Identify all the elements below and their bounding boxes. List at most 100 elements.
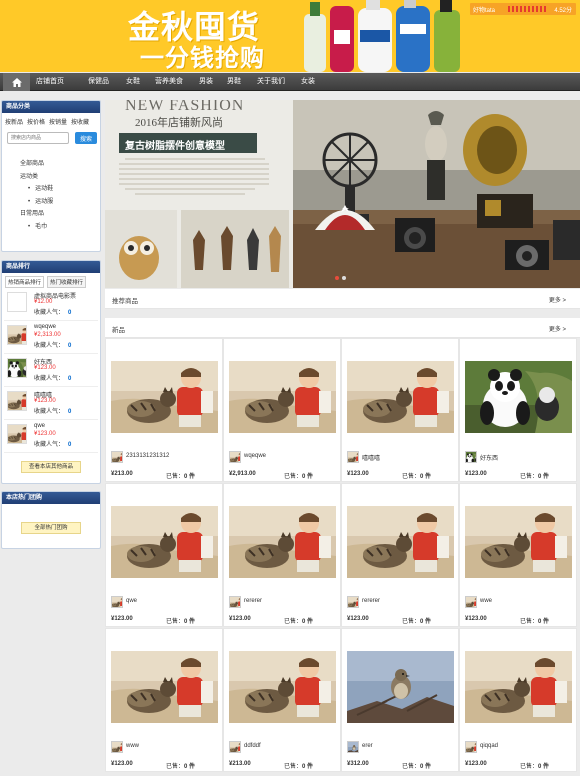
category-item[interactable]: 全部商品 <box>20 158 100 171</box>
sold-label: 已售： <box>166 619 185 625</box>
slider-dot[interactable] <box>335 276 339 280</box>
sort-by-sales[interactable]: 按销量 <box>49 117 67 126</box>
shop-name[interactable]: 好物tata <box>473 5 495 14</box>
product-name[interactable]: wwe <box>480 598 492 604</box>
product-card[interactable]: 2313131231312 ¥213.00 已售：0 件 <box>105 338 223 482</box>
product-card[interactable]: rererer ¥123.00 已售：0 件 <box>341 483 459 627</box>
ranking-item[interactable]: 好东西 ¥123.00 收藏人气： 0 <box>4 354 98 387</box>
sold-count: 0 件 <box>538 619 550 625</box>
product-image[interactable] <box>229 506 336 578</box>
product-name[interactable]: 2313131231312 <box>126 453 169 459</box>
ranking-item[interactable]: 虚拟商品电影票 ¥12.00 收藏人气： 0 <box>4 288 98 321</box>
nav-item-womens-clothing[interactable]: 女装 <box>301 73 331 91</box>
ranking-thumb[interactable] <box>7 292 27 312</box>
product-sold: 已售：0 件 <box>402 616 431 625</box>
ranking-pop-count: 0 <box>68 376 72 382</box>
nav-item-about[interactable]: 关于我们 <box>257 73 301 91</box>
sold-label: 已售： <box>402 764 421 770</box>
sort-by-price[interactable]: 按价格 <box>27 117 45 126</box>
slider-dot[interactable] <box>342 276 346 280</box>
product-image[interactable] <box>229 361 336 433</box>
product-card[interactable]: rererer ¥123.00 已售：0 件 <box>223 483 341 627</box>
product-image[interactable] <box>465 506 572 578</box>
product-name[interactable]: 好东西 <box>480 453 498 462</box>
product-card[interactable]: www ¥123.00 已售：0 件 <box>105 628 223 772</box>
product-sold: 已售：0 件 <box>520 761 549 770</box>
product-card[interactable]: wwe ¥123.00 已售：0 件 <box>459 483 577 627</box>
product-price: ¥123.00 <box>111 616 133 622</box>
category-panel: 商品分类 按新品 按价格 按销量 按收藏 搜索 全部商品 运动类 运动鞋 运动服… <box>1 100 101 252</box>
sort-by-favorites[interactable]: 按收藏 <box>71 117 89 126</box>
product-image[interactable] <box>229 651 336 723</box>
recommend-more-link[interactable]: 更多 > <box>549 295 566 304</box>
nav-item-womens-shoes[interactable]: 女鞋 <box>126 73 155 91</box>
tab-hot-favorites[interactable]: 热门收藏排行 <box>47 276 87 288</box>
product-image[interactable] <box>111 506 218 578</box>
ranking-popularity: 收藏人气： 0 <box>34 373 71 382</box>
all-group-buy-button[interactable]: 全部热门团购 <box>21 522 81 534</box>
product-card[interactable]: erer ¥312.00 已售：0 件 <box>341 628 459 772</box>
product-name[interactable]: qiqqad <box>480 743 498 749</box>
ranking-thumb[interactable] <box>7 424 27 444</box>
product-card[interactable]: qiqqad ¥123.00 已售：0 件 <box>459 628 577 772</box>
new-more-link[interactable]: 更多 > <box>549 324 566 333</box>
product-name[interactable]: ddfddf <box>244 743 261 749</box>
ranking-thumb[interactable] <box>7 358 27 378</box>
product-card[interactable]: 嘻嘻嘻 ¥123.00 已售：0 件 <box>341 338 459 482</box>
nav-item-mens-clothing[interactable]: 男装 <box>199 73 227 91</box>
nav-item-home[interactable]: 店铺首页 <box>36 73 79 91</box>
sort-by-new[interactable]: 按新品 <box>5 117 23 126</box>
product-image[interactable] <box>465 361 572 433</box>
hero-slider[interactable]: 2016年店铺新风尚 复古树脂摆件创意模型 <box>105 100 580 288</box>
product-price: ¥213.00 <box>229 761 251 767</box>
product-name[interactable]: rererer <box>244 598 262 604</box>
view-other-products-button[interactable]: 查看本店其他商品 <box>21 461 81 473</box>
ranking-item[interactable]: qwe ¥123.00 收藏人气： 0 <box>4 420 98 453</box>
ranking-price: ¥123.00 <box>34 398 56 404</box>
ranking-item[interactable]: wqeqwe ¥2,313.00 收藏人气： 0 <box>4 321 98 354</box>
category-subitem[interactable]: 运动鞋 <box>20 183 100 196</box>
product-name[interactable]: erer <box>362 743 373 749</box>
ranking-name[interactable]: qwe <box>34 423 45 429</box>
product-image[interactable] <box>111 361 218 433</box>
category-subitem[interactable]: 毛巾 <box>20 221 100 234</box>
ranking-item[interactable]: 嘻嘻嘻 ¥123.00 收藏人气： 0 <box>4 387 98 420</box>
product-name[interactable]: rererer <box>362 598 380 604</box>
product-image[interactable] <box>347 506 454 578</box>
ranking-thumb[interactable] <box>7 325 27 345</box>
product-image[interactable] <box>465 651 572 723</box>
category-subitem[interactable]: 运动服 <box>20 196 100 209</box>
product-card[interactable]: ddfddf ¥213.00 已售：0 件 <box>223 628 341 772</box>
product-name[interactable]: qwe <box>126 598 137 604</box>
home-icon <box>11 77 22 87</box>
product-name[interactable]: www <box>126 743 139 749</box>
group-buy-panel: 本店热门团购 全部热门团购 <box>1 491 101 549</box>
nav-item-food[interactable]: 营养美食 <box>155 73 199 91</box>
product-card[interactable]: wqeqwe ¥2,913.00 已售：0 件 <box>223 338 341 482</box>
product-card[interactable]: 好东西 ¥123.00 已售：0 件 <box>459 338 577 482</box>
category-item[interactable]: 运动类 <box>20 171 100 184</box>
nav-home-button[interactable] <box>3 73 30 91</box>
product-name[interactable]: wqeqwe <box>244 453 266 459</box>
ranking-thumb[interactable] <box>7 391 27 411</box>
shop-info-bar[interactable]: 好物tata 4.52分 <box>470 3 576 15</box>
product-image[interactable] <box>111 651 218 723</box>
product-image[interactable] <box>347 651 454 723</box>
ranking-name[interactable]: wqeqwe <box>34 324 56 330</box>
product-name[interactable]: 嘻嘻嘻 <box>362 453 380 462</box>
nav-item-mens-shoes[interactable]: 男鞋 <box>227 73 257 91</box>
product-sold: 已售：0 件 <box>284 471 313 480</box>
shop-search-button[interactable]: 搜索 <box>75 132 97 144</box>
category-item[interactable]: 日常用品 <box>20 208 100 221</box>
ranking-pop-label: 收藏人气： <box>34 409 65 415</box>
product-card[interactable]: qwe ¥123.00 已售：0 件 <box>105 483 223 627</box>
product-image[interactable] <box>347 361 454 433</box>
ranking-pop-count: 0 <box>68 343 72 349</box>
product-price: ¥213.00 <box>111 471 133 477</box>
shop-search-input[interactable] <box>7 132 69 144</box>
sold-label: 已售： <box>520 764 539 770</box>
nav-item-health[interactable]: 保健品 <box>88 73 125 91</box>
shop-logo-icon <box>347 596 359 608</box>
sold-label: 已售： <box>166 764 185 770</box>
tab-hot-sales[interactable]: 热销商品排行 <box>5 276 45 288</box>
